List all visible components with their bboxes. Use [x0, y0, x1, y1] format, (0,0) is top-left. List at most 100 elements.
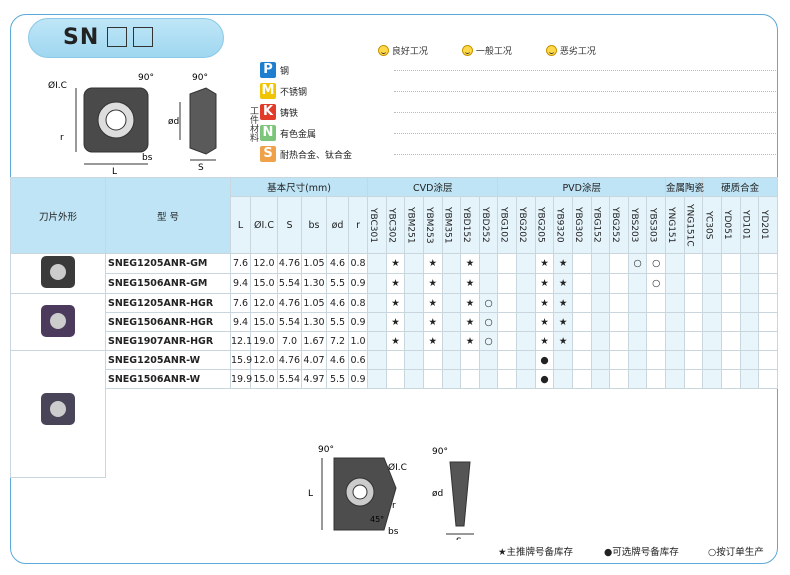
w-insert-diagram: L 90° ØI.C r bs 45° 90° ød S [308, 445, 474, 540]
dim-cell: 1.67 [301, 331, 327, 351]
insert-dimension-diagram: ØI.C 90° 90° r L bs ød S [48, 73, 217, 174]
section-title: SN [28, 18, 224, 58]
dim-cell: 1.30 [301, 312, 327, 332]
table-row: SNEG1506ANR-HGR 9.4 15.0 5.54 1.30 5.5 0.9 ★ ★ ★ ○… [11, 312, 778, 332]
grade-mark-cell [516, 293, 536, 313]
grade-mark-cell [571, 350, 592, 370]
grade-mark-cell [404, 273, 424, 294]
normal-smile-icon [462, 45, 473, 56]
grade-col-header: YBG102 [497, 196, 518, 254]
grade-mark-cell: ★ [553, 253, 573, 274]
grade-mark-cell [367, 253, 387, 274]
header-model: 型 号 [105, 177, 231, 254]
grade-mark-cell [627, 312, 648, 332]
grade-mark-cell: ★ [534, 312, 555, 332]
grade-mark-cell [627, 331, 648, 351]
grade-mark-cell [367, 273, 387, 294]
grade-col-header: YBC302 [385, 196, 406, 254]
w-diagram-s-label: S [456, 537, 462, 540]
insert-shape-image [10, 293, 106, 351]
grade-mark-cell [627, 350, 648, 370]
grade-mark-cell [702, 350, 722, 370]
material-letter: P [260, 62, 276, 78]
grade-mark-cell [702, 293, 722, 313]
grade-mark-cell [404, 293, 424, 313]
grade-mark-cell [404, 253, 424, 274]
grade-mark-cell [683, 293, 704, 313]
grade-mark-cell [665, 293, 685, 313]
grade-col-header: YBS303 [646, 196, 667, 254]
w-diagram-45-label: 45° [370, 515, 384, 524]
grade-mark-cell: ★ [422, 293, 443, 313]
dim-cell: 4.07 [301, 350, 327, 370]
dim-col-header: r [347, 196, 369, 254]
table-row: SNEG1205ANR-HGR 7.6 12.0 4.76 1.05 4.6 0.8 ★ ★ ★ ○… [10, 293, 778, 351]
grade-mark-cell: ★ [534, 273, 555, 294]
dim-cell: 1.0 [347, 331, 369, 351]
grade-mark-cell [609, 253, 629, 274]
grade-mark-cell [702, 312, 722, 332]
grade-mark-cell [367, 312, 387, 332]
grade-mark-cell [497, 350, 518, 370]
grade-mark-cell [422, 350, 443, 370]
grade-mark-cell [665, 369, 685, 389]
material-letter: K [260, 104, 276, 120]
grade-mark-cell: ★ [385, 273, 406, 294]
diagram-l-label: L [112, 167, 117, 174]
grade-mark-cell: ○ [627, 253, 648, 274]
dim-cell: 0.9 [347, 312, 369, 332]
material-row-k: K 铸铁 [260, 102, 776, 123]
material-row-p: P钢 [260, 60, 776, 81]
grade-mark-cell [609, 350, 629, 370]
grade-mark-cell: ★ [534, 253, 555, 274]
grade-col-header: YD201 [758, 196, 778, 254]
grade-mark-cell [665, 350, 685, 370]
grade-col-header: YBM351 [441, 196, 462, 254]
diagram-d-label: ød [168, 117, 179, 127]
grade-mark-cell: ○ [478, 293, 499, 313]
dim-cell: 19.9 [230, 369, 252, 389]
grade-mark-cell [497, 312, 518, 332]
footer-star: ★主推牌号备库存 [498, 547, 574, 558]
grade-mark-cell [478, 350, 499, 370]
grade-mark-cell [758, 293, 778, 313]
header-cvd: CVD涂层 [367, 177, 499, 197]
grade-mark-cell [590, 253, 611, 274]
grade-mark-cell [739, 312, 760, 332]
dim-cell: 15.0 [250, 273, 278, 294]
grade-mark-cell [758, 369, 778, 389]
w-diagram-side-angle-label: 90° [432, 447, 448, 457]
grade-mark-cell: ★ [553, 273, 573, 294]
grade-col-header: YBM251 [404, 196, 424, 254]
material-letter: S [260, 146, 276, 162]
dim-cell: 5.54 [277, 312, 302, 332]
workpiece-label: 工件材料 [248, 106, 258, 142]
dim-cell: 9.4 [230, 312, 251, 332]
material-letter: M [260, 83, 276, 99]
grade-col-header: YC30S [702, 196, 722, 254]
grade-mark-cell: ○ [478, 312, 499, 332]
dim-cell: 5.54 [277, 273, 302, 294]
grade-mark-cell: ★ [460, 253, 480, 274]
grade-mark-cell: ★ [422, 331, 443, 351]
grade-mark-cell [590, 273, 611, 294]
grade-mark-cell: ○ [646, 273, 667, 294]
grade-mark-cell [385, 369, 406, 389]
footer-dot: ●可选牌号备库存 [604, 547, 679, 558]
grade-mark-cell [720, 293, 741, 313]
grade-mark-cell [441, 369, 462, 389]
model-cell: SNEG1205ANR-GM [105, 253, 231, 274]
grade-col-header: YBG202 [516, 196, 536, 254]
grade-col-header: YD051 [720, 196, 741, 254]
grade-mark-cell [720, 312, 741, 332]
grade-col-header: YBD152 [460, 196, 480, 254]
grade-mark-cell [590, 331, 611, 351]
dim-cell: 12.0 [250, 253, 278, 274]
grade-mark-cell [441, 273, 462, 294]
grade-mark-cell: ★ [460, 273, 480, 294]
dim-cell: 5.5 [326, 312, 349, 332]
grade-mark-cell [646, 331, 667, 351]
diagram-ic-label: ØI.C [48, 80, 67, 91]
grade-mark-cell [683, 350, 704, 370]
grade-mark-cell [739, 350, 760, 370]
